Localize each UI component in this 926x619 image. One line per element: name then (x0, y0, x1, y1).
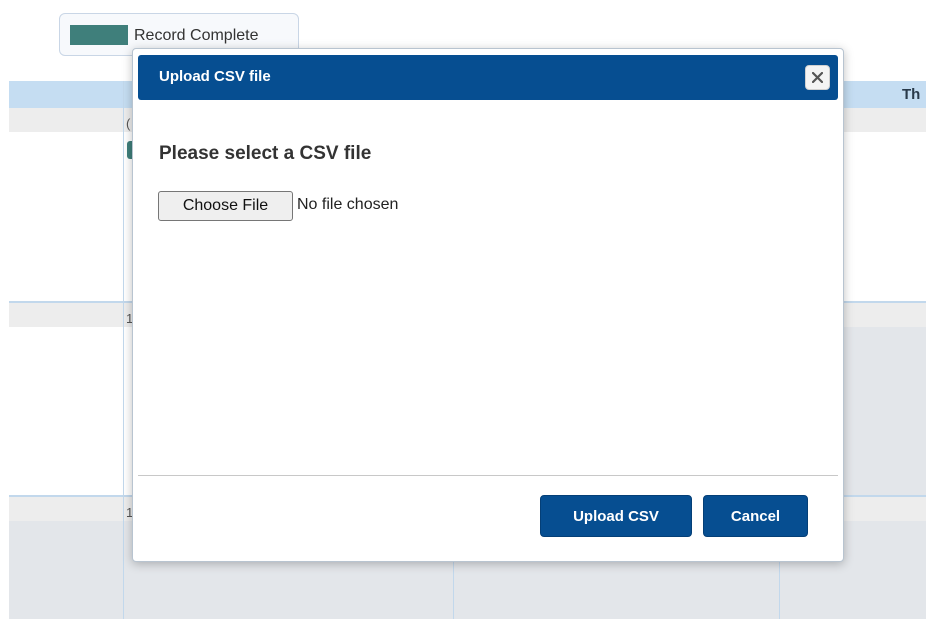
close-icon (812, 72, 823, 83)
upload-csv-dialog: Upload CSV file Please select a CSV file… (132, 48, 844, 562)
close-button[interactable] (805, 65, 830, 90)
calendar-column-divider (123, 81, 124, 619)
dialog-heading: Please select a CSV file (159, 143, 372, 164)
cancel-button[interactable]: Cancel (703, 495, 808, 537)
dialog-titlebar: Upload CSV file (138, 55, 838, 100)
dialog-title: Upload CSV file (159, 68, 271, 85)
legend-label: Record Complete (134, 27, 259, 44)
file-status-text: No file chosen (297, 196, 399, 213)
calendar-day-header: Th (902, 86, 921, 103)
legend-swatch-record-complete (70, 25, 128, 45)
choose-file-button[interactable]: Choose File (158, 191, 293, 221)
calendar-date-number: ( (126, 116, 131, 131)
page: Record Complete Th ( 1 1 Upload CSV file (0, 0, 926, 619)
upload-csv-button[interactable]: Upload CSV (540, 495, 692, 537)
dialog-footer-divider (138, 475, 838, 476)
